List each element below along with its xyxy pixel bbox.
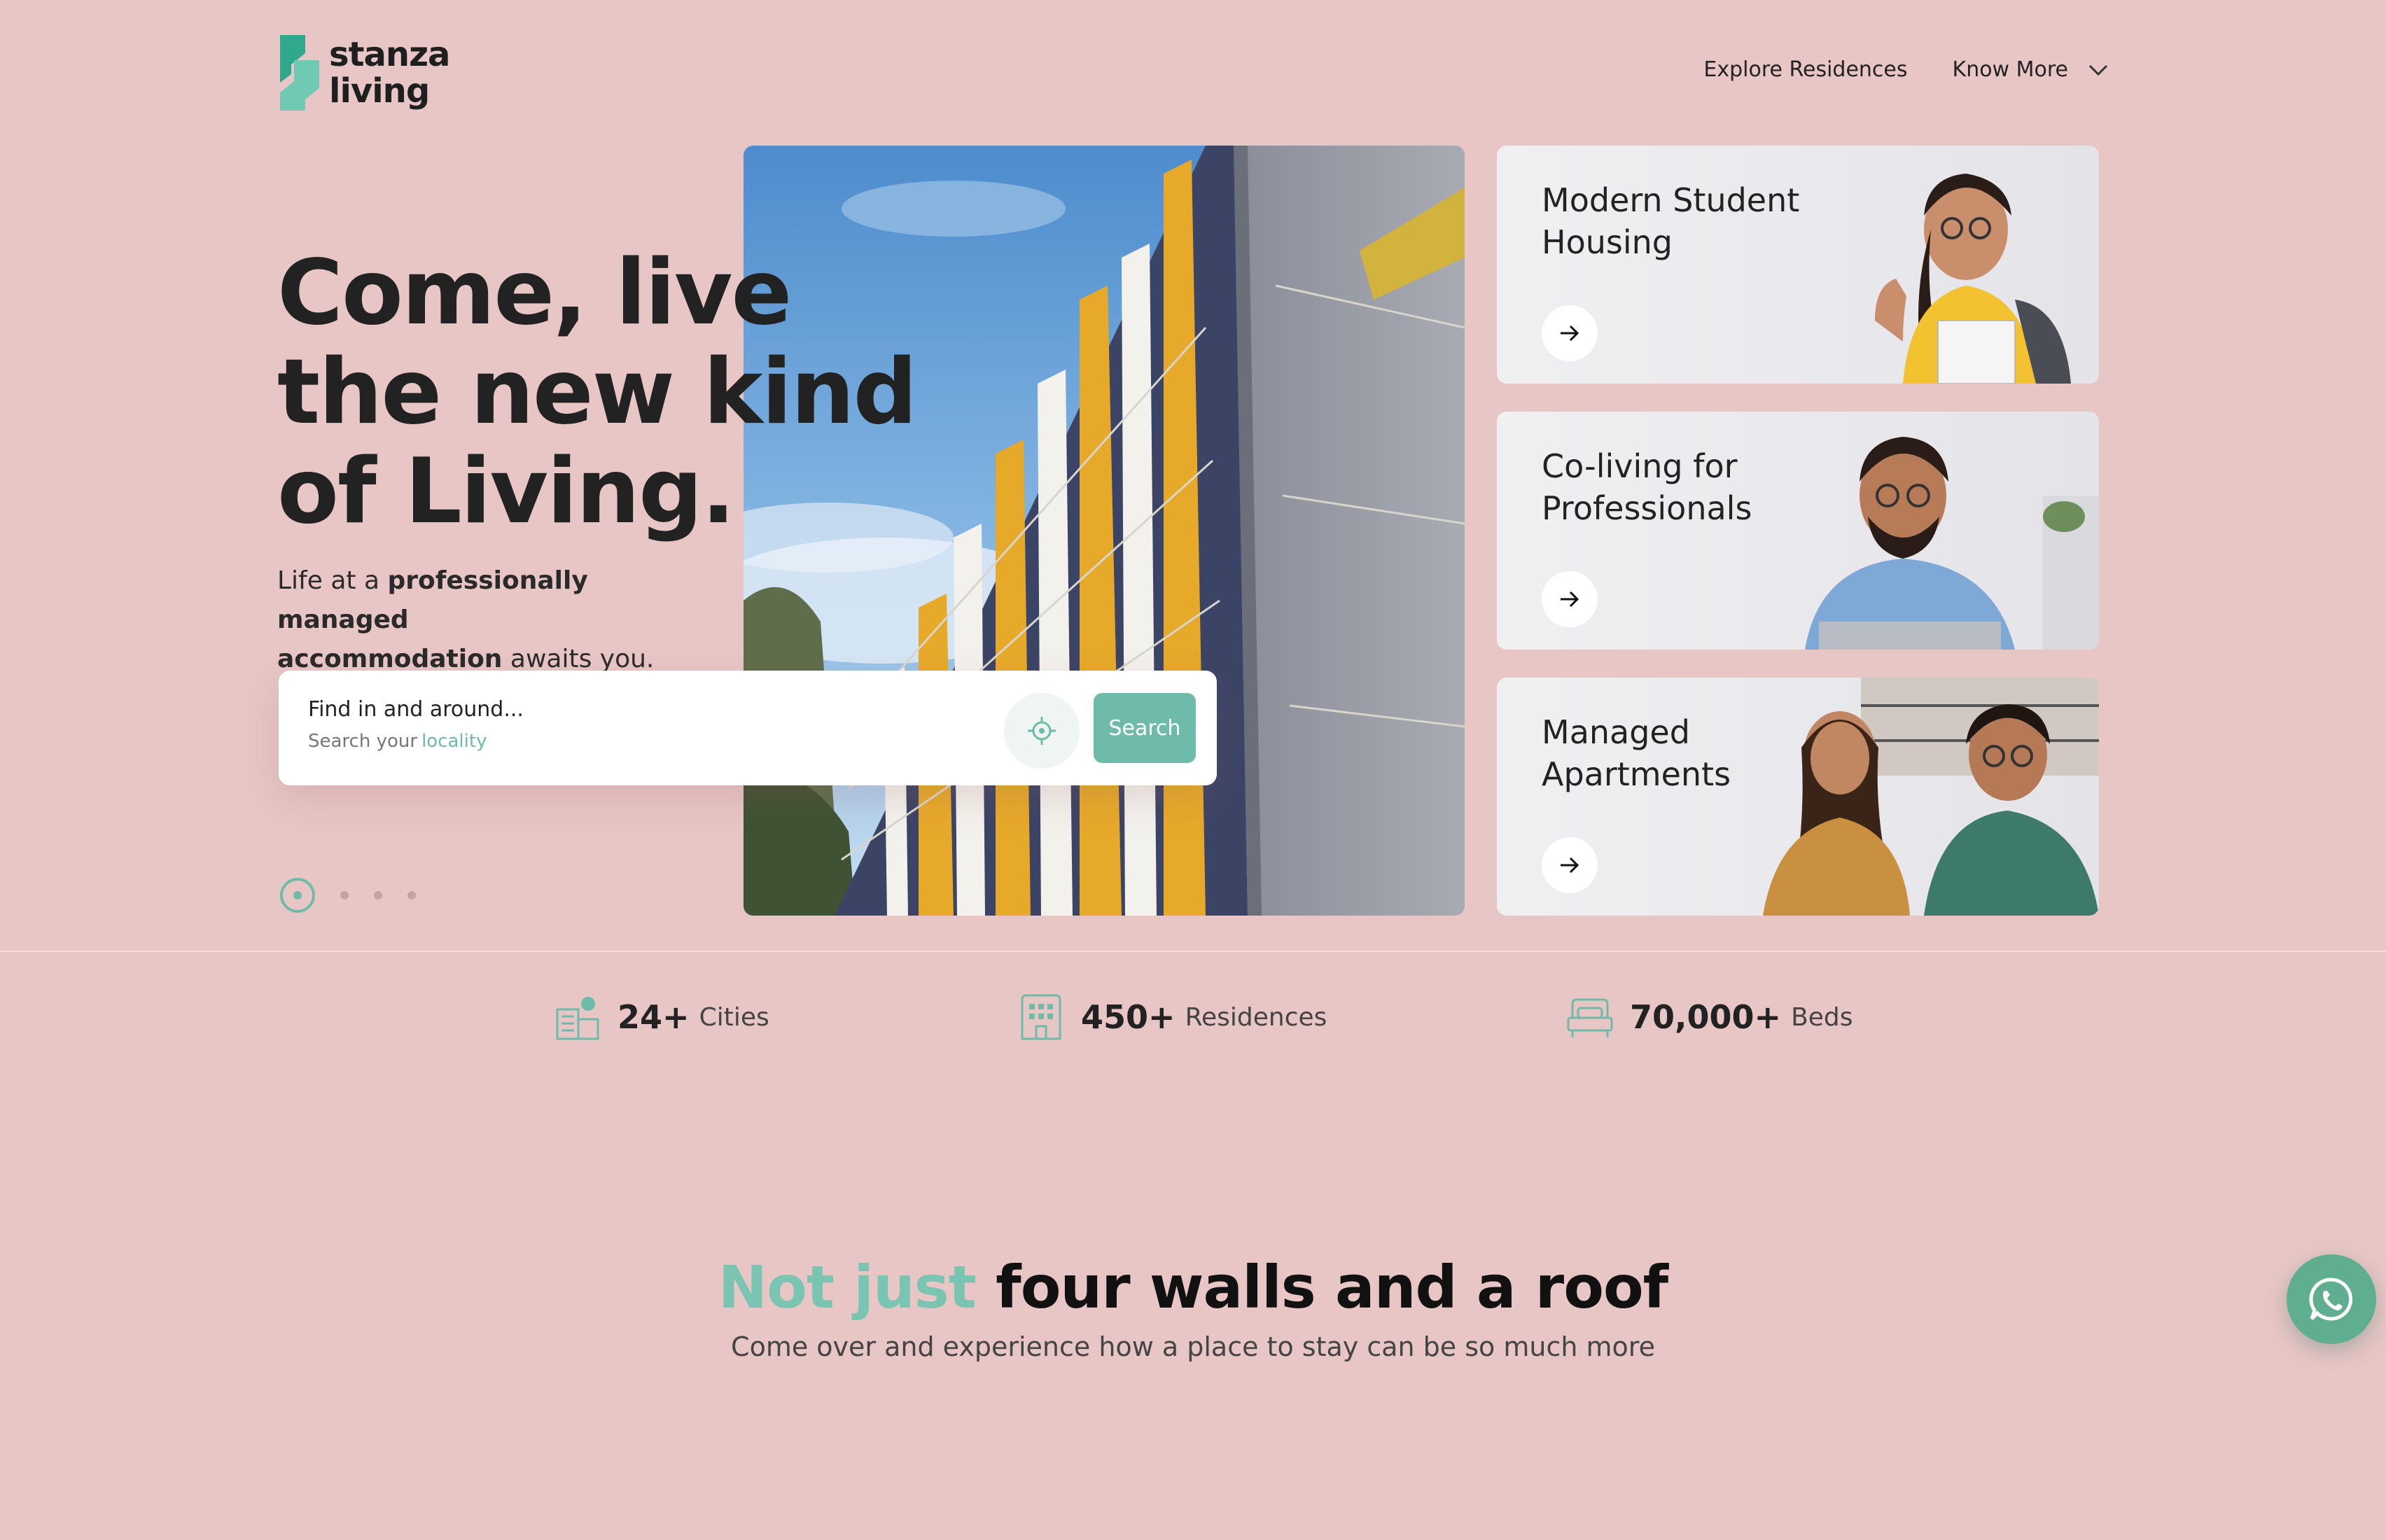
section-heading-accent: Not just: [718, 1253, 977, 1322]
whatsapp-icon: [2309, 1278, 2353, 1321]
bed-icon: [1567, 998, 1613, 1037]
carousel-dot[interactable]: [340, 891, 349, 899]
logo-line-1: stanza: [329, 35, 450, 74]
section-heading: Not just four walls and a roof: [0, 1253, 2386, 1322]
search-hint-locality: locality: [421, 731, 487, 752]
hero-heading: Come, live the new kind of Living.: [277, 241, 917, 544]
hero-sub-text-2: awaits you.: [502, 645, 655, 673]
search-hint-text: Search your: [308, 731, 418, 752]
building-icon: [1021, 994, 1061, 1040]
card-managed-apartments[interactable]: Managed Apartments: [1497, 678, 2099, 916]
card-title: Managed Apartments: [1542, 713, 1731, 793]
city-icon: [556, 997, 599, 1040]
crosshair-icon: [1028, 717, 1056, 745]
stat-residences: 450+ Residences: [1017, 993, 1327, 1042]
logo-line-2: living: [329, 71, 430, 111]
card-coliving-professionals[interactable]: Co-living for Professionals: [1497, 412, 2099, 650]
hero-sub-bold-2: accommodation: [277, 645, 503, 673]
logo-wordmark: stanza living: [329, 35, 450, 111]
search-button[interactable]: Search: [1094, 693, 1196, 763]
stat-number: 70,000+: [1630, 998, 1782, 1036]
location-search-box[interactable]: Find in and around... Search your localit…: [279, 671, 1217, 785]
stat-number: 24+: [618, 998, 690, 1036]
stat-beds: 70,000+ Beds: [1565, 993, 1853, 1042]
stat-label: Residences: [1185, 1002, 1327, 1032]
hero-heading-line-3: of Living.: [277, 440, 735, 544]
hero-sub-text-1: Life at a: [277, 566, 388, 595]
nav-know-more-label: Know More: [1952, 57, 2068, 82]
nav-explore-residences[interactable]: Explore Residences: [1703, 57, 1907, 82]
logo-mark-icon: [280, 35, 319, 111]
stat-number: 450+: [1081, 998, 1175, 1036]
arrow-right-icon[interactable]: [1542, 305, 1598, 361]
search-input-hint[interactable]: Search your locality: [308, 731, 487, 752]
hero-heading-line-1: Come, live: [277, 241, 792, 345]
card-title: Co-living for Professionals: [1542, 447, 1752, 527]
arrow-right-icon[interactable]: [1542, 837, 1598, 893]
nav-know-more[interactable]: Know More: [1953, 57, 2109, 82]
stat-label: Cities: [699, 1002, 769, 1032]
section-heading-rest: four walls and a roof: [975, 1253, 1668, 1322]
chevron-down-icon: [2088, 63, 2109, 77]
stanza-living-logo[interactable]: stanza living: [277, 32, 450, 113]
carousel-dot[interactable]: [374, 891, 382, 899]
section-divider: [0, 951, 2386, 952]
carousel-dot[interactable]: [407, 891, 416, 899]
card-title: Modern Student Housing: [1542, 181, 1800, 261]
main-nav: Explore Residences Know More: [1703, 57, 2109, 82]
hero-subtitle: Life at a professionally managed accommod…: [277, 561, 725, 679]
hero-heading-line-2: the new kind: [277, 340, 917, 444]
locate-me-button[interactable]: [1004, 693, 1080, 769]
carousel-indicators: [280, 878, 416, 913]
section-subtitle: Come over and experience how a place to …: [731, 1331, 1655, 1362]
search-input-label[interactable]: Find in and around...: [308, 697, 524, 722]
stat-label: Beds: [1791, 1002, 1853, 1032]
arrow-right-icon[interactable]: [1542, 571, 1598, 627]
stat-cities: 24+ Cities: [553, 993, 769, 1042]
card-student-housing[interactable]: Modern Student Housing: [1497, 146, 2099, 384]
whatsapp-button[interactable]: [2287, 1254, 2376, 1344]
carousel-dot-active[interactable]: [280, 878, 315, 913]
